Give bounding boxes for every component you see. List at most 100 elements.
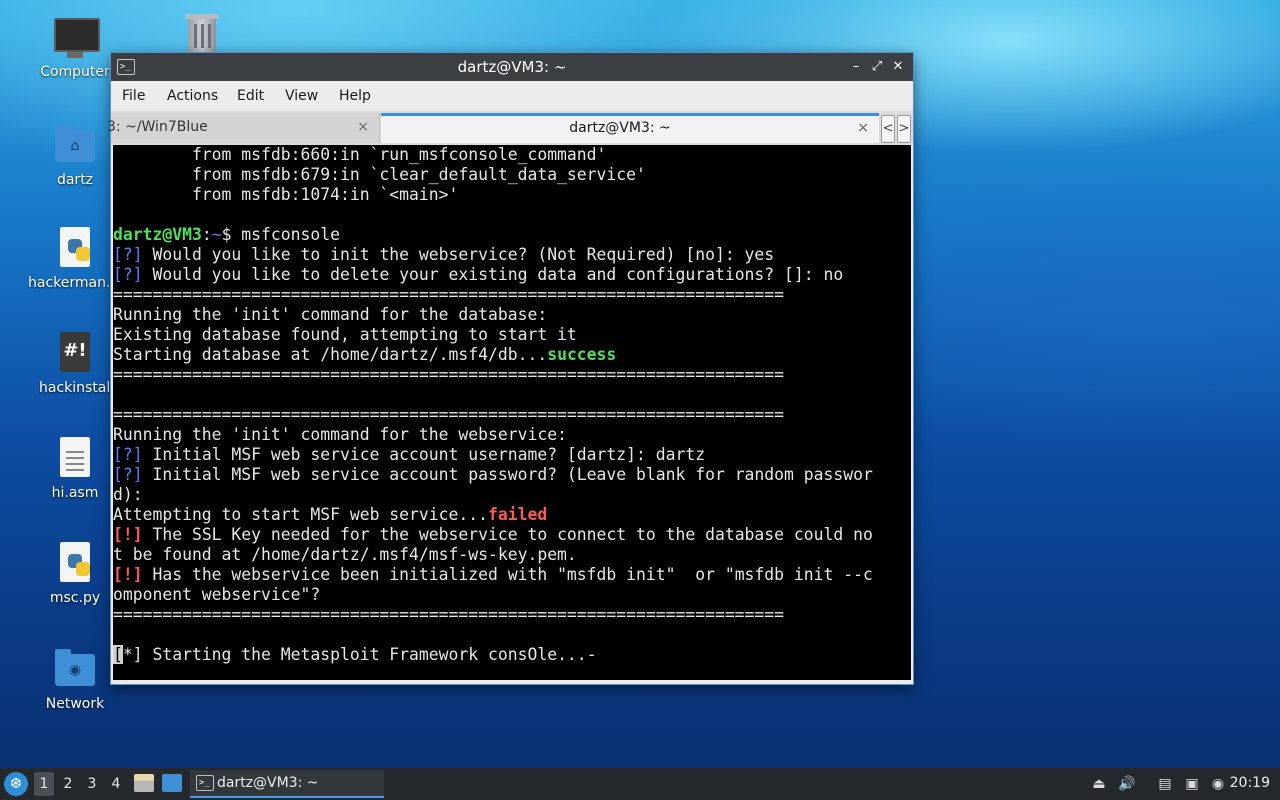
workspace-4[interactable]: 4 — [106, 772, 126, 796]
eject-icon[interactable]: ⏏ — [1090, 775, 1108, 793]
terminal-text: omponent webservice"? — [113, 585, 321, 604]
desktop-icon-hackerman[interactable]: hackerman.py — [25, 227, 115, 291]
tab-dartz-vm3[interactable]: dartz@VM3: ~ × — [381, 113, 879, 143]
start-menu-icon[interactable]: ❆ — [4, 772, 28, 796]
desktop-icon-label: hackinstall — [39, 380, 113, 396]
desktop-icon-label: dartz — [56, 172, 94, 188]
terminal-text: Would you like to delete your existing d… — [142, 265, 844, 284]
tab-close-icon[interactable]: × — [357, 113, 369, 141]
terminal-line: from msfdb:1074:in `<main>' — [113, 185, 911, 205]
desktop-icon-hackinstall[interactable]: #! hackinstall — [25, 332, 113, 396]
network-icon[interactable]: ▣ — [1183, 775, 1201, 793]
terminal-line: [!] Has the webservice been initialized … — [113, 565, 911, 585]
terminal-line: Attempting to start MSF web service...fa… — [113, 505, 911, 525]
desktop-icon-hi-asm[interactable]: hi.asm — [25, 437, 125, 501]
terminal-text: failed — [487, 505, 548, 524]
volume-icon[interactable]: 🔊 — [1118, 775, 1136, 793]
desktop-icon-label: Computer — [40, 64, 110, 80]
network-folder-icon: ◉ — [53, 648, 97, 692]
terminal-line: dartz@VM3:~$ msfconsole — [113, 225, 911, 245]
terminal-line: [?] Would you like to delete your existi… — [113, 265, 911, 285]
terminal-line: d): — [113, 485, 911, 505]
desktop-icon-label: Network — [45, 696, 105, 712]
menubar: File Actions Edit View Help — [111, 81, 913, 111]
workspace-2[interactable]: 2 — [58, 772, 78, 796]
update-icon[interactable]: ◉ — [1209, 775, 1227, 793]
terminal-text: d): — [113, 485, 143, 504]
terminal-line: ========================================… — [113, 605, 911, 625]
maximize-button[interactable]: ⤢ — [868, 57, 886, 77]
workspace-3[interactable]: 3 — [82, 772, 102, 796]
terminal-line: Existing database found, attempting to s… — [113, 325, 911, 345]
terminal-window[interactable]: >_ dartz@VM3: ~ – ⤢ ✕ File Actions Edit … — [107, 53, 913, 684]
taskbar: ❆ 1 2 3 4 >_ dartz@VM3: ~ ⏏ 🔊 ▤ ▣ ◉ 20:1… — [0, 768, 1280, 800]
menu-help[interactable]: Help — [339, 88, 371, 104]
terminal-text: [?] — [113, 445, 143, 464]
terminal-text: The SSL Key needed for the webservice to… — [142, 525, 873, 544]
tab-bar: 3: ~/Win7Blue × dartz@VM3: ~ × < > — [107, 111, 913, 145]
terminal-text: from msfdb:1074:in `<main>' — [113, 185, 459, 204]
taskbar-task-terminal[interactable]: >_ dartz@VM3: ~ — [190, 770, 384, 798]
terminal-line: ========================================… — [113, 285, 911, 305]
terminal-text: *] Starting the Metasploit Framework con… — [122, 645, 597, 664]
menu-edit[interactable]: Edit — [237, 88, 264, 104]
terminal-text: ~ — [211, 225, 222, 244]
terminal-line: [*] Starting the Metasploit Framework co… — [113, 645, 911, 665]
tab-label: dartz@VM3: ~ — [569, 120, 671, 136]
terminal-line: [!] The SSL Key needed for the webservic… — [113, 525, 911, 545]
workspace-1[interactable]: 1 — [34, 772, 54, 796]
window-titlebar[interactable]: >_ dartz@VM3: ~ – ⤢ ✕ — [111, 53, 913, 81]
terminal-text: [!] — [113, 525, 143, 544]
terminal-line: [?] Would you like to init the webservic… — [113, 245, 911, 265]
clock: 20:19 — [1229, 775, 1270, 791]
tab-win7blue[interactable]: 3: ~/Win7Blue × — [107, 113, 380, 143]
terminal-text: ========================================… — [113, 365, 785, 384]
terminal-text: Attempting to start MSF web service... — [113, 505, 488, 524]
tab-close-icon[interactable]: × — [857, 116, 869, 140]
terminal-text: Running the 'init' command for the webse… — [113, 425, 567, 444]
terminal-text: success — [547, 345, 617, 364]
terminal-text: from msfdb:679:in `clear_default_data_se… — [113, 165, 646, 184]
terminal-text: Starting database at /home/dartz/.msf4/d… — [113, 345, 548, 364]
python-file-icon — [53, 542, 97, 586]
desktop-icon-label: msc.py — [49, 590, 101, 606]
tab-scroll-right-icon[interactable]: > — [897, 115, 911, 143]
terminal-text: Initial MSF web service account username… — [142, 445, 706, 464]
tab-scroll-left-icon[interactable]: < — [881, 115, 895, 143]
terminal-text: from msfdb:660:in `run_msfconsole_comman… — [113, 145, 607, 164]
terminal-text: : — [201, 225, 212, 244]
window-title: dartz@VM3: ~ — [457, 58, 567, 76]
terminal-line: from msfdb:679:in `clear_default_data_se… — [113, 165, 911, 185]
terminal-text: ========================================… — [113, 285, 785, 304]
desktop-icon-network[interactable]: ◉ Network — [25, 648, 125, 712]
terminal-text: ========================================… — [113, 605, 785, 624]
menu-actions[interactable]: Actions — [167, 88, 218, 104]
script-file-icon: #! — [53, 332, 97, 376]
terminal-text: Running the 'init' command for the datab… — [113, 305, 548, 324]
terminal-line: Running the 'init' command for the webse… — [113, 425, 911, 445]
desktop-icon-label: hackerman.py — [28, 275, 115, 291]
terminal-line: Running the 'init' command for the datab… — [113, 305, 911, 325]
terminal-line: ========================================… — [113, 405, 911, 425]
home-folder-icon: ⌂ — [53, 124, 97, 168]
terminal-text: ========================================… — [113, 405, 785, 424]
desktop-icon-computer[interactable]: Computer — [25, 16, 125, 80]
terminal-output[interactable]: from msfdb:660:in `run_msfconsole_comman… — [113, 145, 911, 680]
python-file-icon — [53, 227, 97, 271]
computer-icon — [53, 16, 100, 60]
menu-view[interactable]: View — [285, 88, 318, 104]
menu-file[interactable]: File — [122, 88, 145, 104]
show-desktop-icon[interactable] — [162, 774, 182, 792]
terminal-line: Starting database at /home/dartz/.msf4/d… — [113, 345, 911, 365]
clipboard-icon[interactable]: ▤ — [1156, 775, 1174, 793]
minimize-button[interactable]: – — [847, 57, 865, 77]
terminal-line: ========================================… — [113, 365, 911, 385]
tab-label: 3: ~/Win7Blue — [107, 119, 208, 135]
close-button[interactable]: ✕ — [889, 57, 907, 77]
desktop-icon-msc-py[interactable]: msc.py — [25, 542, 125, 606]
terminal-line: from msfdb:660:in `run_msfconsole_comman… — [113, 145, 911, 165]
file-manager-launcher-icon[interactable] — [134, 774, 154, 792]
